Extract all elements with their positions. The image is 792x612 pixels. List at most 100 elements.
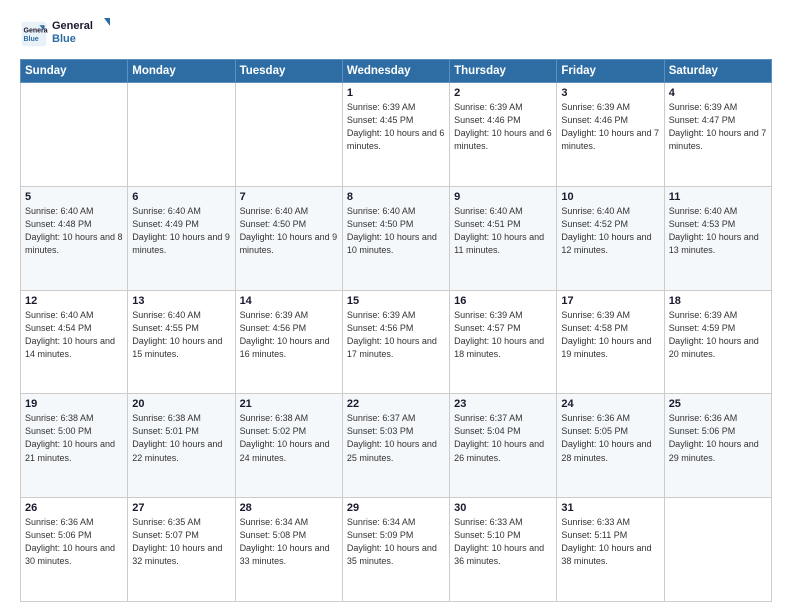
day-info: Sunrise: 6:36 AM Sunset: 5:06 PM Dayligh…: [669, 412, 767, 464]
day-info: Sunrise: 6:38 AM Sunset: 5:02 PM Dayligh…: [240, 412, 338, 464]
day-number: 23: [454, 398, 552, 410]
weekday-header-wednesday: Wednesday: [342, 60, 449, 83]
day-info: Sunrise: 6:36 AM Sunset: 5:06 PM Dayligh…: [25, 516, 123, 568]
day-number: 9: [454, 191, 552, 203]
day-info: Sunrise: 6:39 AM Sunset: 4:56 PM Dayligh…: [240, 309, 338, 361]
calendar-cell: 29 Sunrise: 6:34 AM Sunset: 5:09 PM Dayli…: [342, 498, 449, 602]
day-info: Sunrise: 6:38 AM Sunset: 5:00 PM Dayligh…: [25, 412, 123, 464]
week-row-2: 5 Sunrise: 6:40 AM Sunset: 4:48 PM Daylig…: [21, 186, 772, 290]
weekday-header-sunday: Sunday: [21, 60, 128, 83]
day-number: 17: [561, 295, 659, 307]
calendar-cell: 16Sunrise: 6:39 AM Sunset: 4:57 PM Dayli…: [450, 290, 557, 394]
svg-text:Blue: Blue: [24, 36, 39, 43]
day-info: Sunrise: 6:40 AM Sunset: 4:52 PM Dayligh…: [561, 205, 659, 257]
week-row-4: 19 Sunrise: 6:38 AM Sunset: 5:00 PM Dayli…: [21, 394, 772, 498]
calendar-cell: 28 Sunrise: 6:34 AM Sunset: 5:08 PM Dayli…: [235, 498, 342, 602]
calendar-cell: 30 Sunrise: 6:33 AM Sunset: 5:10 PM Dayli…: [450, 498, 557, 602]
day-number: 6: [132, 191, 230, 203]
calendar-cell: 5 Sunrise: 6:40 AM Sunset: 4:48 PM Daylig…: [21, 186, 128, 290]
calendar-cell: 26Sunrise: 6:36 AM Sunset: 5:06 PM Dayli…: [21, 498, 128, 602]
day-info: Sunrise: 6:40 AM Sunset: 4:49 PM Dayligh…: [132, 205, 230, 257]
calendar-cell: 25 Sunrise: 6:36 AM Sunset: 5:06 PM Dayli…: [664, 394, 771, 498]
logo: General Blue General Blue: [20, 16, 112, 51]
day-number: 19: [25, 398, 123, 410]
calendar-cell: 20Sunrise: 6:38 AM Sunset: 5:01 PM Dayli…: [128, 394, 235, 498]
calendar-cell: 18Sunrise: 6:39 AM Sunset: 4:59 PM Dayli…: [664, 290, 771, 394]
day-info: Sunrise: 6:40 AM Sunset: 4:53 PM Dayligh…: [669, 205, 767, 257]
day-number: 4: [669, 87, 767, 99]
day-number: 18: [669, 295, 767, 307]
day-info: Sunrise: 6:34 AM Sunset: 5:08 PM Dayligh…: [240, 516, 338, 568]
weekday-header-row: SundayMondayTuesdayWednesdayThursdayFrid…: [21, 60, 772, 83]
calendar-cell: 8 Sunrise: 6:40 AM Sunset: 4:50 PM Daylig…: [342, 186, 449, 290]
day-info: Sunrise: 6:39 AM Sunset: 4:46 PM Dayligh…: [561, 101, 659, 153]
day-info: Sunrise: 6:39 AM Sunset: 4:46 PM Dayligh…: [454, 101, 552, 153]
logo-icon: General Blue: [20, 20, 48, 48]
calendar-cell: 1Sunrise: 6:39 AM Sunset: 4:45 PM Daylig…: [342, 83, 449, 187]
calendar-cell: 4Sunrise: 6:39 AM Sunset: 4:47 PM Daylig…: [664, 83, 771, 187]
day-info: Sunrise: 6:33 AM Sunset: 5:10 PM Dayligh…: [454, 516, 552, 568]
day-number: 8: [347, 191, 445, 203]
day-info: Sunrise: 6:37 AM Sunset: 5:04 PM Dayligh…: [454, 412, 552, 464]
day-info: Sunrise: 6:40 AM Sunset: 4:51 PM Dayligh…: [454, 205, 552, 257]
day-number: 5: [25, 191, 123, 203]
day-number: 3: [561, 87, 659, 99]
calendar-cell: 11Sunrise: 6:40 AM Sunset: 4:53 PM Dayli…: [664, 186, 771, 290]
logo-svg: General Blue: [52, 16, 112, 46]
day-number: 28: [240, 502, 338, 514]
day-number: 15: [347, 295, 445, 307]
calendar-cell: 31Sunrise: 6:33 AM Sunset: 5:11 PM Dayli…: [557, 498, 664, 602]
weekday-header-tuesday: Tuesday: [235, 60, 342, 83]
day-info: Sunrise: 6:40 AM Sunset: 4:50 PM Dayligh…: [240, 205, 338, 257]
week-row-3: 12 Sunrise: 6:40 AM Sunset: 4:54 PM Dayli…: [21, 290, 772, 394]
day-number: 24: [561, 398, 659, 410]
day-number: 25: [669, 398, 767, 410]
day-number: 21: [240, 398, 338, 410]
day-number: 12: [25, 295, 123, 307]
day-info: Sunrise: 6:40 AM Sunset: 4:54 PM Dayligh…: [25, 309, 123, 361]
calendar-cell: [235, 83, 342, 187]
calendar-table: SundayMondayTuesdayWednesdayThursdayFrid…: [20, 59, 772, 602]
calendar-cell: 6 Sunrise: 6:40 AM Sunset: 4:49 PM Daylig…: [128, 186, 235, 290]
day-info: Sunrise: 6:35 AM Sunset: 5:07 PM Dayligh…: [132, 516, 230, 568]
day-number: 2: [454, 87, 552, 99]
calendar-cell: [128, 83, 235, 187]
day-number: 7: [240, 191, 338, 203]
calendar-cell: 2 Sunrise: 6:39 AM Sunset: 4:46 PM Daylig…: [450, 83, 557, 187]
day-info: Sunrise: 6:33 AM Sunset: 5:11 PM Dayligh…: [561, 516, 659, 568]
calendar-cell: 27 Sunrise: 6:35 AM Sunset: 5:07 PM Dayli…: [128, 498, 235, 602]
weekday-header-friday: Friday: [557, 60, 664, 83]
calendar-cell: 3 Sunrise: 6:39 AM Sunset: 4:46 PM Daylig…: [557, 83, 664, 187]
calendar-cell: 17Sunrise: 6:39 AM Sunset: 4:58 PM Dayli…: [557, 290, 664, 394]
calendar-page: General Blue General Blue SundayMondayTu…: [0, 0, 792, 612]
calendar-cell: [664, 498, 771, 602]
day-info: Sunrise: 6:39 AM Sunset: 4:45 PM Dayligh…: [347, 101, 445, 153]
day-info: Sunrise: 6:39 AM Sunset: 4:56 PM Dayligh…: [347, 309, 445, 361]
day-number: 13: [132, 295, 230, 307]
calendar-cell: 23 Sunrise: 6:37 AM Sunset: 5:04 PM Dayli…: [450, 394, 557, 498]
calendar-cell: 24Sunrise: 6:36 AM Sunset: 5:05 PM Dayli…: [557, 394, 664, 498]
day-info: Sunrise: 6:34 AM Sunset: 5:09 PM Dayligh…: [347, 516, 445, 568]
header: General Blue General Blue: [20, 16, 772, 51]
calendar-cell: 21 Sunrise: 6:38 AM Sunset: 5:02 PM Dayli…: [235, 394, 342, 498]
calendar-cell: 22Sunrise: 6:37 AM Sunset: 5:03 PM Dayli…: [342, 394, 449, 498]
calendar-cell: 10 Sunrise: 6:40 AM Sunset: 4:52 PM Dayli…: [557, 186, 664, 290]
day-info: Sunrise: 6:40 AM Sunset: 4:48 PM Dayligh…: [25, 205, 123, 257]
day-number: 27: [132, 502, 230, 514]
calendar-cell: 19 Sunrise: 6:38 AM Sunset: 5:00 PM Dayli…: [21, 394, 128, 498]
week-row-5: 26Sunrise: 6:36 AM Sunset: 5:06 PM Dayli…: [21, 498, 772, 602]
weekday-header-monday: Monday: [128, 60, 235, 83]
day-number: 20: [132, 398, 230, 410]
calendar-cell: 15 Sunrise: 6:39 AM Sunset: 4:56 PM Dayli…: [342, 290, 449, 394]
calendar-cell: 7 Sunrise: 6:40 AM Sunset: 4:50 PM Daylig…: [235, 186, 342, 290]
calendar-cell: 12 Sunrise: 6:40 AM Sunset: 4:54 PM Dayli…: [21, 290, 128, 394]
day-info: Sunrise: 6:40 AM Sunset: 4:50 PM Dayligh…: [347, 205, 445, 257]
day-number: 29: [347, 502, 445, 514]
day-number: 14: [240, 295, 338, 307]
day-info: Sunrise: 6:40 AM Sunset: 4:55 PM Dayligh…: [132, 309, 230, 361]
day-number: 10: [561, 191, 659, 203]
calendar-cell: [21, 83, 128, 187]
day-number: 30: [454, 502, 552, 514]
day-number: 16: [454, 295, 552, 307]
weekday-header-thursday: Thursday: [450, 60, 557, 83]
